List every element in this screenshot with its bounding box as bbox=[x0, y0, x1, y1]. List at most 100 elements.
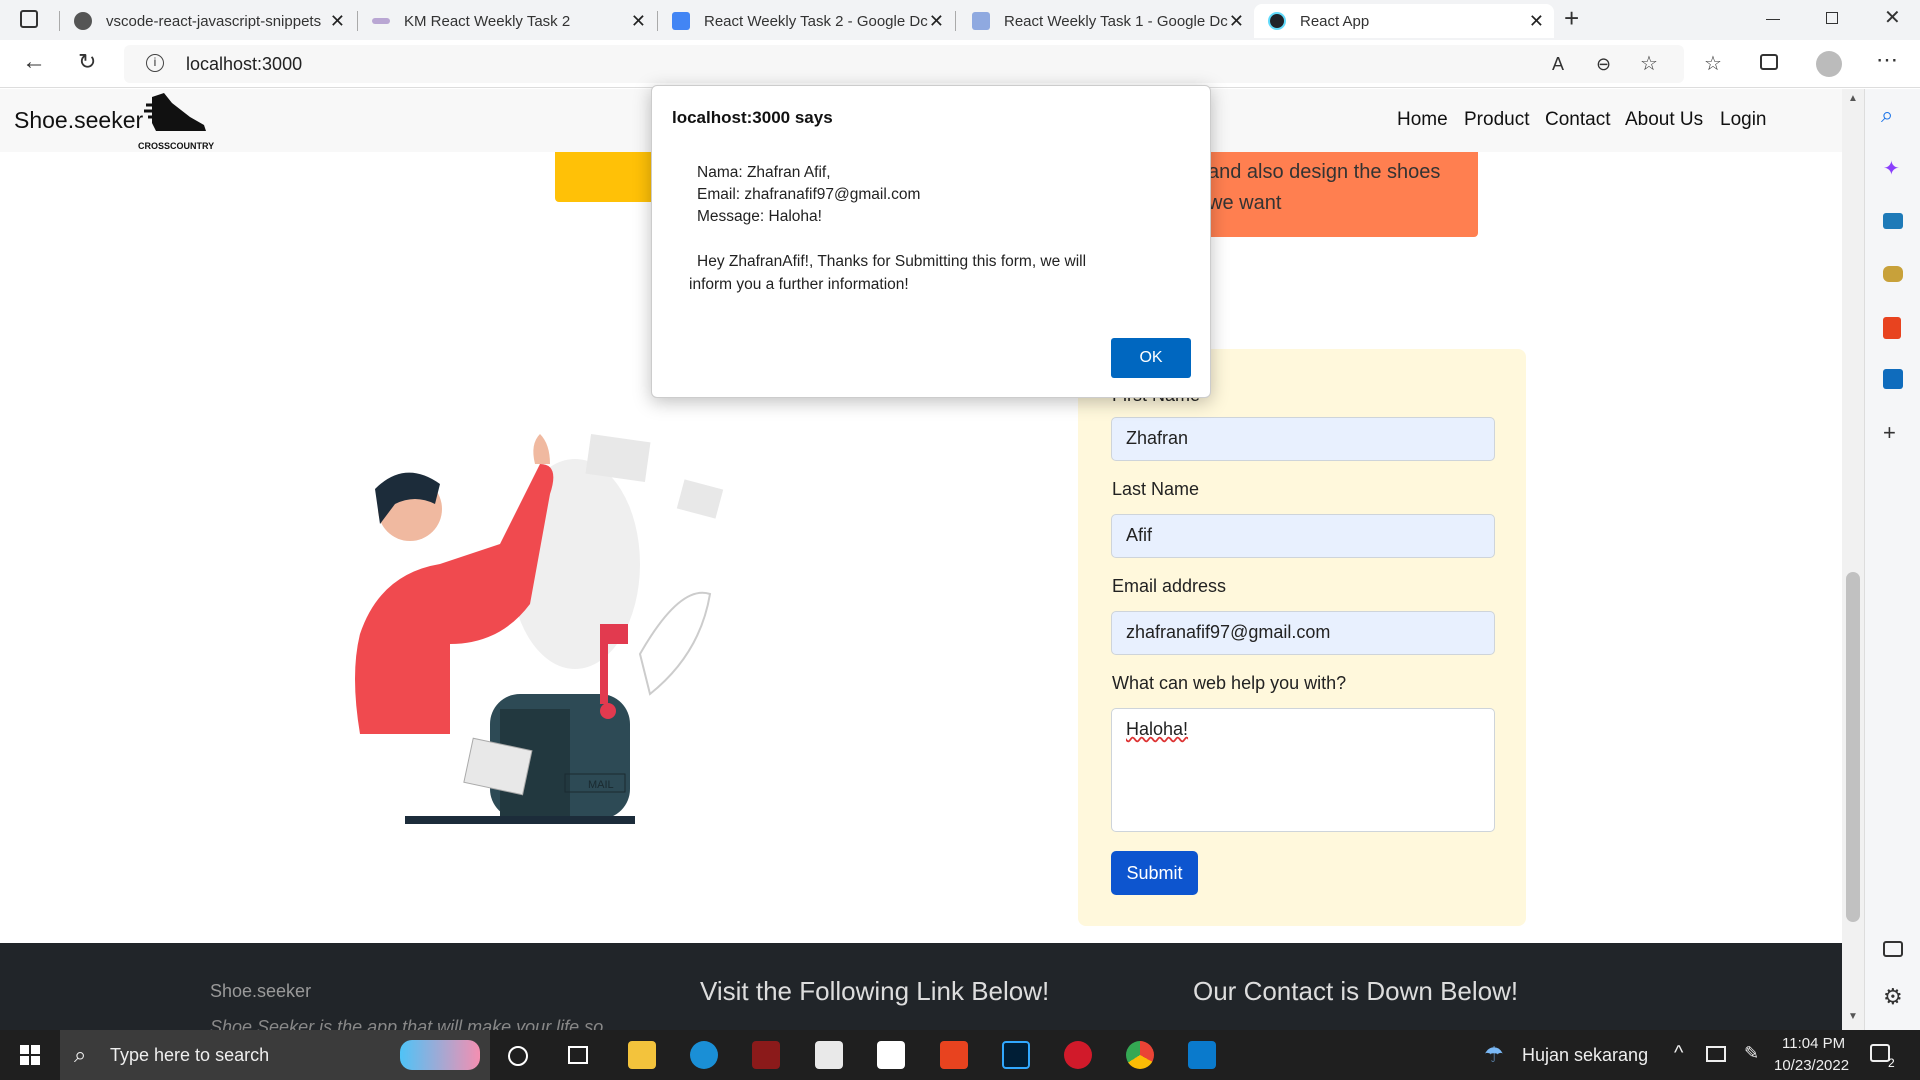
tray-chevron-icon[interactable]: ^ bbox=[1674, 1042, 1683, 1065]
tab-google-doc-1[interactable]: React Weekly Task 1 - Google Dc ✕ bbox=[958, 4, 1254, 38]
file-explorer-icon[interactable] bbox=[628, 1041, 656, 1069]
profile-avatar[interactable] bbox=[1816, 51, 1842, 77]
clock-date[interactable]: 10/23/2022 bbox=[1774, 1057, 1849, 1074]
shopping-icon[interactable] bbox=[1883, 213, 1903, 229]
brand-name[interactable]: Shoe.seeker bbox=[14, 107, 143, 134]
nav-login[interactable]: Login bbox=[1720, 109, 1767, 131]
footer-contact-title: Our Contact is Down Below! bbox=[1193, 976, 1519, 1006]
cortana-icon[interactable] bbox=[508, 1046, 528, 1066]
games-icon[interactable] bbox=[1883, 266, 1903, 282]
close-icon[interactable]: ✕ bbox=[631, 11, 646, 32]
dialog-title: localhost:3000 says bbox=[672, 108, 833, 127]
close-icon[interactable]: ✕ bbox=[1229, 11, 1244, 32]
message-textarea[interactable]: Haloha! bbox=[1111, 708, 1495, 832]
chrome-icon[interactable] bbox=[1126, 1041, 1154, 1069]
dialog-line-name: Nama: Zhafran Afif, bbox=[697, 164, 831, 181]
read-aloud-icon[interactable]: A bbox=[1552, 54, 1564, 74]
close-icon[interactable]: ✕ bbox=[330, 11, 345, 32]
taskbar-search-box[interactable]: ⌕ Type here to search bbox=[60, 1030, 490, 1080]
email-field[interactable]: zhafranafif97@gmail.com bbox=[1111, 611, 1495, 655]
footer-brand: Shoe.seeker bbox=[210, 981, 312, 1001]
tab-react-app[interactable]: React App ✕ bbox=[1254, 4, 1554, 38]
tab-title: React Weekly Task 2 - Google Dc bbox=[704, 12, 928, 30]
new-tab-button[interactable]: + bbox=[1564, 5, 1579, 31]
microsoft-store-icon[interactable] bbox=[815, 1041, 843, 1069]
url-field[interactable]: i localhost:3000 A ⊖ ☆ bbox=[124, 45, 1684, 83]
zoom-out-icon[interactable]: ⊖ bbox=[1596, 54, 1611, 74]
office-icon[interactable] bbox=[1883, 317, 1901, 339]
red-app-icon[interactable] bbox=[1064, 1041, 1092, 1069]
nav-home[interactable]: Home bbox=[1397, 109, 1448, 131]
restore-icon[interactable] bbox=[1826, 12, 1838, 24]
search-icon[interactable]: ⌕ bbox=[1881, 104, 1893, 126]
tab-title: vscode-react-javascript-snippets bbox=[106, 12, 322, 30]
more-icon[interactable]: ⋯ bbox=[1876, 49, 1898, 71]
edge-icon[interactable] bbox=[690, 1041, 718, 1069]
nav-contact[interactable]: Contact bbox=[1545, 109, 1610, 131]
github-icon bbox=[74, 12, 92, 30]
photoshop-icon[interactable] bbox=[1002, 1041, 1030, 1069]
sidebar-toggle-icon[interactable] bbox=[1883, 941, 1903, 957]
site-footer: Shoe.seeker Shoe Seeker is the app that … bbox=[0, 943, 1842, 1030]
close-icon[interactable]: ✕ bbox=[929, 11, 944, 32]
window-close-icon[interactable]: ✕ bbox=[1884, 8, 1901, 28]
close-icon[interactable]: ✕ bbox=[1529, 11, 1544, 32]
tab-github[interactable]: vscode-react-javascript-snippets ✕ bbox=[60, 4, 355, 38]
tab-title: React App bbox=[1300, 12, 1370, 30]
favorites-icon[interactable]: ☆ bbox=[1704, 54, 1722, 74]
dialog-line-message: Message: Haloha! bbox=[697, 208, 822, 225]
network-icon[interactable] bbox=[1706, 1046, 1726, 1062]
weather-text[interactable]: Hujan sekarang bbox=[1522, 1045, 1648, 1066]
submit-button[interactable]: Submit bbox=[1111, 851, 1198, 895]
task-view-icon[interactable] bbox=[568, 1046, 588, 1064]
notification-icon[interactable] bbox=[1870, 1044, 1890, 1062]
last-name-field[interactable]: Afif bbox=[1111, 514, 1495, 558]
copilot-icon[interactable]: ✦ bbox=[1883, 159, 1900, 179]
banner-text-1: and also design the shoes bbox=[1208, 161, 1441, 183]
collections-icon[interactable] bbox=[1760, 54, 1778, 70]
pen-icon[interactable]: ✎ bbox=[1744, 1043, 1759, 1064]
scrollbar-thumb[interactable] bbox=[1846, 572, 1860, 922]
add-icon[interactable]: + bbox=[1883, 422, 1896, 444]
tab-google-doc-2[interactable]: React Weekly Task 2 - Google Dc ✕ bbox=[658, 4, 954, 38]
scroll-up-icon[interactable]: ▲ bbox=[1848, 93, 1858, 104]
office-icon[interactable] bbox=[940, 1041, 968, 1069]
windows-taskbar: ⌕ Type here to search ☂ Hujan sekarang ^… bbox=[0, 1030, 1920, 1080]
message-label: What can web help you with? bbox=[1112, 673, 1347, 693]
tab-km-weekly[interactable]: KM React Weekly Task 2 ✕ bbox=[358, 4, 656, 38]
start-windows-icon[interactable] bbox=[20, 1045, 40, 1065]
footer-tagline: Shoe Seeker is the app that will make yo… bbox=[210, 1017, 604, 1030]
edge-sidebar: ⌕ ✦ + ⚙ bbox=[1864, 89, 1920, 1030]
shoe-logo-icon bbox=[144, 93, 206, 131]
minimize-icon[interactable] bbox=[1766, 19, 1780, 20]
first-name-field[interactable]: Zhafran bbox=[1111, 417, 1495, 461]
info-icon: i bbox=[146, 54, 164, 72]
tab-title: KM React Weekly Task 2 bbox=[404, 12, 571, 30]
scroll-down-icon[interactable]: ▼ bbox=[1848, 1011, 1858, 1022]
ok-button[interactable]: OK bbox=[1111, 338, 1191, 378]
game-app-icon[interactable] bbox=[752, 1041, 780, 1069]
refresh-icon[interactable]: ↻ bbox=[78, 51, 96, 73]
footer-links-title: Visit the Following Link Below! bbox=[700, 976, 1050, 1006]
url-text: localhost:3000 bbox=[186, 54, 303, 74]
clock-time[interactable]: 11:04 PM bbox=[1782, 1035, 1845, 1052]
notification-count: 2 bbox=[1888, 1056, 1895, 1070]
last-name-label: Last Name bbox=[1112, 479, 1200, 499]
brand-logo: CROSSCOUNTRY bbox=[138, 91, 223, 153]
nav-about-us[interactable]: About Us bbox=[1625, 109, 1703, 131]
vscode-icon[interactable] bbox=[1188, 1041, 1216, 1069]
settings-icon[interactable]: ⚙ bbox=[1883, 986, 1903, 1008]
tab-actions-icon[interactable] bbox=[20, 10, 38, 28]
add-favorite-icon[interactable]: ☆ bbox=[1640, 54, 1658, 74]
tab-bar: vscode-react-javascript-snippets ✕ KM Re… bbox=[0, 0, 1920, 40]
alert-dialog: localhost:3000 says Nama: Zhafran Afif, … bbox=[651, 85, 1211, 398]
google-docs-icon bbox=[972, 12, 990, 30]
nav-product[interactable]: Product bbox=[1464, 109, 1529, 131]
notion-icon[interactable] bbox=[877, 1041, 905, 1069]
back-icon[interactable]: ← bbox=[22, 50, 46, 74]
page-scrollbar[interactable]: ▲ ▼ bbox=[1842, 89, 1864, 1030]
outlook-icon[interactable] bbox=[1883, 369, 1903, 389]
mail-illustration: MAIL bbox=[350, 424, 730, 874]
banner-text-2: we want bbox=[1208, 192, 1282, 214]
react-icon bbox=[1268, 12, 1286, 30]
